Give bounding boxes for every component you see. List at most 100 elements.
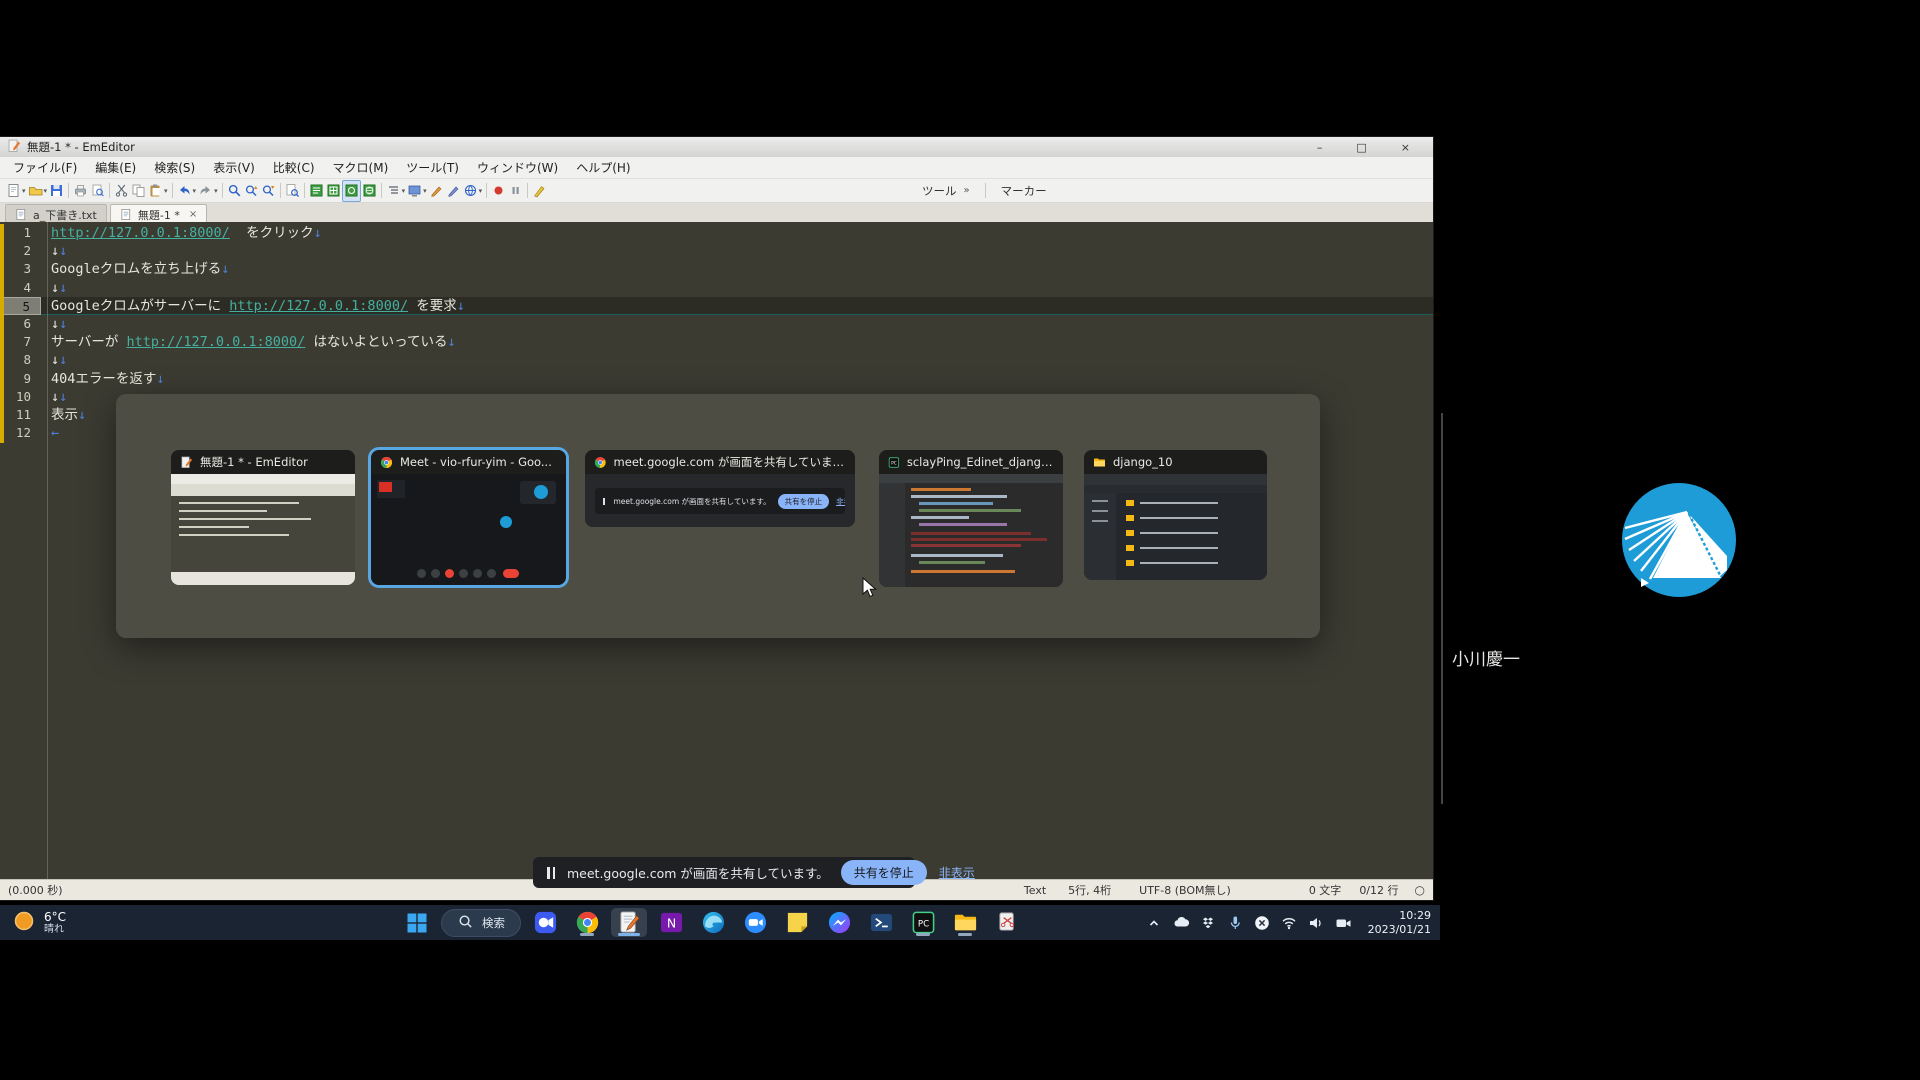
dropbox-icon[interactable] — [1199, 914, 1217, 932]
chevron-up-icon[interactable] — [1145, 914, 1163, 932]
copy-icon[interactable] — [130, 181, 147, 201]
task-thumbnail-explorer[interactable]: django_10 — [1084, 450, 1267, 580]
taskbar-app-chrome[interactable] — [569, 908, 605, 937]
sync-status-icon[interactable]: ○ — [1415, 883, 1425, 897]
display-mode-icon[interactable]: ▾ — [406, 181, 428, 201]
menu-compare[interactable]: 比較(C) — [264, 157, 324, 178]
editor-line[interactable]: 8↓↓ — [0, 351, 1433, 369]
pause-macro-icon[interactable] — [507, 181, 524, 201]
text-segment: ↓ — [51, 389, 59, 405]
menu-search[interactable]: 検索(S) — [145, 157, 204, 178]
editor-line[interactable]: 7サーバーが http://127.0.0.1:8000/ はないよといっている… — [0, 333, 1433, 351]
title-bar[interactable]: 無題-1 * - EmEditor – □ × — [0, 137, 1433, 157]
menu-file[interactable]: ファイル(F) — [4, 157, 86, 178]
microphone-icon[interactable] — [1226, 914, 1244, 932]
editor-line[interactable]: 2↓↓ — [0, 242, 1433, 260]
minimize-button[interactable]: – — [1317, 141, 1323, 154]
taskbar-app-snipping-tool[interactable] — [989, 908, 1025, 937]
taskbar-app-meet-camera[interactable] — [527, 908, 563, 937]
menu-macro[interactable]: マクロ(M) — [324, 157, 398, 178]
tab-untitled[interactable]: 無題-1 *× — [110, 204, 207, 224]
task-thumbnail-ide[interactable]: PCsclayPing_Edinet_django –... — [879, 450, 1063, 587]
tools-dropdown[interactable]: ツール — [922, 183, 957, 199]
chevron-more-icon[interactable]: » — [964, 185, 970, 196]
editor-line[interactable]: 9404エラーを返す↓ — [0, 370, 1433, 388]
new-file-icon[interactable]: ▾ — [5, 181, 27, 201]
save-icon[interactable] — [48, 181, 65, 201]
pen-orange-icon[interactable] — [428, 181, 445, 201]
print-preview-icon[interactable] — [89, 181, 106, 201]
camera-icon[interactable] — [1334, 914, 1352, 932]
html-table-icon[interactable] — [325, 181, 342, 201]
outline-icon[interactable]: ▾ — [385, 181, 407, 201]
status-cursor-position[interactable]: 5行, 4桁 — [1068, 882, 1111, 898]
onedrive-icon[interactable] — [1172, 914, 1190, 932]
find-previous-icon[interactable] — [243, 181, 260, 201]
weather-widget[interactable]: 6°C 晴れ — [12, 909, 66, 937]
url-link-text[interactable]: http://127.0.0.1:8000/ — [51, 225, 230, 241]
open-file-icon[interactable]: ▾ — [27, 181, 49, 201]
html-css-icon[interactable] — [308, 181, 325, 201]
wifi-icon[interactable] — [1280, 914, 1298, 932]
status-mode[interactable]: Text — [1024, 884, 1046, 897]
menu-help[interactable]: ヘルプ(H) — [567, 157, 639, 178]
find-in-files-icon[interactable] — [284, 181, 301, 201]
taskbar-app-pycharm[interactable]: PC — [905, 908, 941, 937]
taskbar-app-powershell[interactable] — [863, 908, 899, 937]
brush-icon[interactable] — [531, 181, 548, 201]
taskbar-app-messenger[interactable] — [821, 908, 857, 937]
html-preview-icon[interactable] — [342, 180, 361, 202]
menu-tools[interactable]: ツール(T) — [397, 157, 468, 178]
volume-icon[interactable] — [1307, 914, 1325, 932]
editor-line[interactable]: 6↓↓ — [0, 315, 1433, 333]
tab-draft[interactable]: a_下書き.txt — [5, 204, 107, 224]
print-icon[interactable] — [72, 181, 89, 201]
record-macro-icon[interactable] — [490, 181, 507, 201]
find-next-icon[interactable] — [260, 181, 277, 201]
clock-time: 10:29 — [1368, 909, 1431, 923]
html-browser-icon[interactable] — [361, 181, 378, 201]
mini-stop-sharing-button[interactable]: 共有を停止 — [778, 494, 830, 509]
menu-edit[interactable]: 編集(E) — [86, 157, 145, 178]
mini-hide-link[interactable]: 非表示 — [836, 496, 845, 507]
task-thumbnail-share[interactable]: meet.google.com が画面を共有しています。meet.google.… — [585, 450, 855, 527]
paste-icon[interactable]: ▾ — [147, 181, 169, 201]
task-thumbnail-meet[interactable]: Meet - vio-rfur-yim - Goo... — [371, 450, 566, 585]
pen-blue-icon[interactable] — [445, 181, 462, 201]
find-icon[interactable] — [226, 181, 243, 201]
editor-line[interactable]: 3Googleクロムを立ち上げる↓ — [0, 260, 1433, 278]
taskbar-app-explorer[interactable] — [947, 908, 983, 937]
tab-close-icon[interactable]: × — [189, 209, 197, 220]
editor-text: ↓↓ — [41, 315, 67, 333]
stop-sharing-button[interactable]: 共有を停止 — [841, 860, 927, 885]
taskbar-app-sticky-notes[interactable] — [779, 908, 815, 937]
task-thumbnail-emeditor[interactable]: 無題-1 * - EmEditor — [171, 450, 355, 585]
editor-line[interactable]: 1http://127.0.0.1:8000/ をクリック↓ — [0, 224, 1433, 242]
taskbar-app-emeditor[interactable] — [611, 908, 647, 937]
menu-view[interactable]: 表示(V) — [204, 157, 264, 178]
taskbar-search[interactable]: 検索 — [441, 909, 521, 937]
cut-icon[interactable] — [113, 181, 130, 201]
taskbar-app-zoom[interactable] — [737, 908, 773, 937]
editor-line[interactable]: 4↓↓ — [0, 279, 1433, 297]
record-stop-icon[interactable] — [1253, 914, 1271, 932]
marker-dropdown[interactable]: マーカー — [1001, 183, 1047, 199]
taskbar-app-onenote[interactable]: N — [653, 908, 689, 937]
redo-icon[interactable]: ▾ — [197, 181, 219, 201]
editor-text: ↓↓ — [41, 351, 67, 369]
status-encoding[interactable]: UTF-8 (BOM無し) — [1139, 882, 1231, 898]
url-link-text[interactable]: http://127.0.0.1:8000/ — [127, 334, 306, 350]
taskbar-app-edge[interactable] — [695, 908, 731, 937]
line-number: 7 — [0, 333, 41, 351]
maximize-button[interactable]: □ — [1356, 141, 1366, 154]
hide-banner-link[interactable]: 非表示 — [939, 864, 975, 881]
menu-window[interactable]: ウィンドウ(W) — [468, 157, 567, 178]
editor-line[interactable]: 5Googleクロムがサーバーに http://127.0.0.1:8000/ … — [0, 297, 1433, 315]
url-link-text[interactable]: http://127.0.0.1:8000/ — [229, 298, 408, 314]
web-preview-icon[interactable]: ▾ — [462, 181, 484, 201]
undo-icon[interactable]: ▾ — [176, 181, 198, 201]
taskbar-clock[interactable]: 10:29 2023/01/21 — [1368, 909, 1431, 936]
start-button[interactable] — [399, 908, 435, 937]
close-button[interactable]: × — [1401, 141, 1410, 154]
toolbar-separator — [304, 183, 305, 198]
